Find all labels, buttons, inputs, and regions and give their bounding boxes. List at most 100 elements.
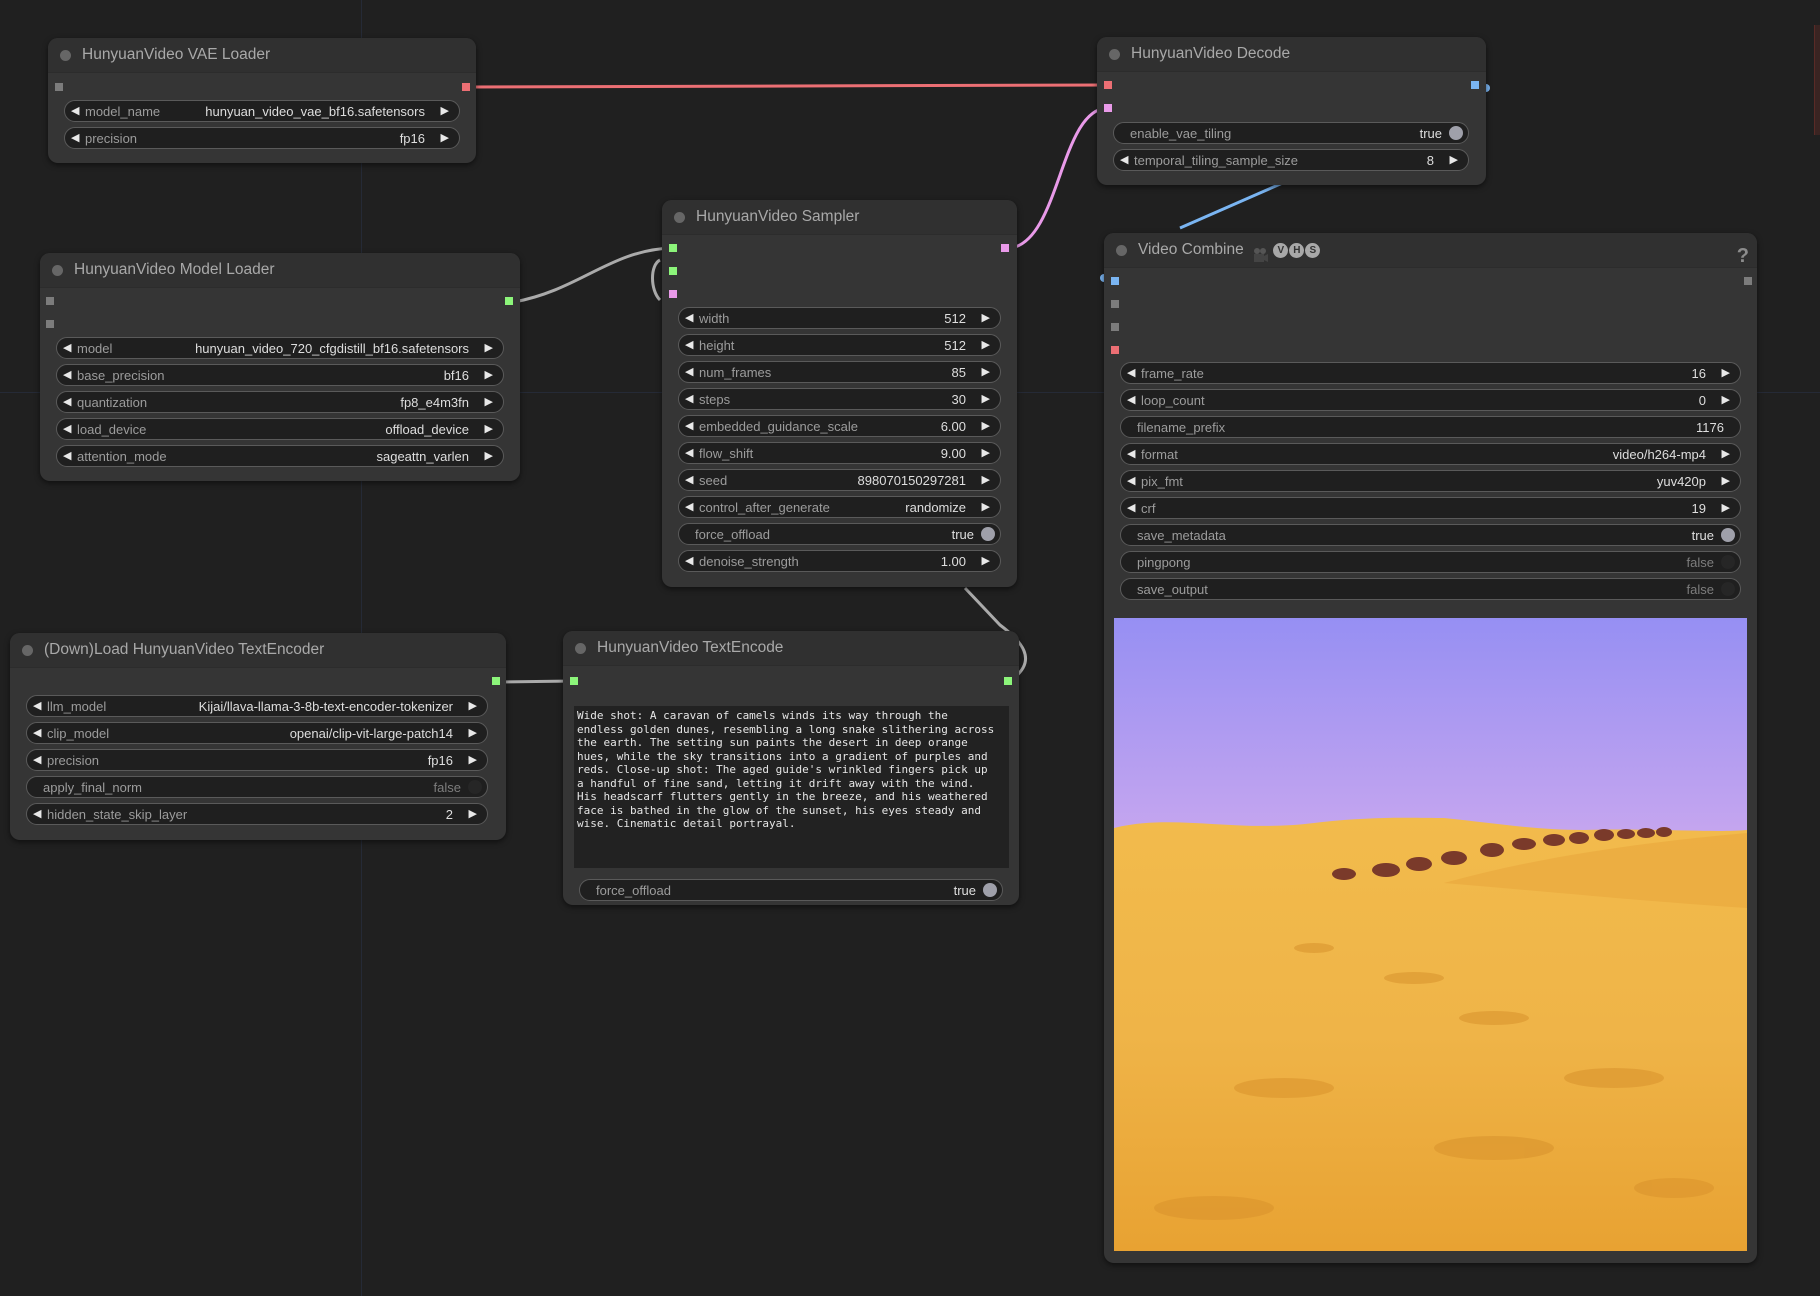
input-slot-compile-args[interactable] bbox=[46, 297, 54, 305]
increment-arrow-icon[interactable]: ▶ bbox=[1722, 447, 1730, 460]
widget-base-precision[interactable]: ◀ base_precision bf16 ▶ bbox=[56, 364, 504, 386]
increment-arrow-icon[interactable]: ▶ bbox=[982, 554, 990, 567]
increment-arrow-icon[interactable]: ▶ bbox=[982, 473, 990, 486]
increment-arrow-icon[interactable]: ▶ bbox=[982, 392, 990, 405]
decrement-arrow-icon[interactable]: ◀ bbox=[685, 392, 693, 405]
widget-pingpong[interactable]: pingpong false bbox=[1120, 551, 1741, 573]
node-textencode[interactable]: HunyuanVideo TextEncode Wide shot: A car… bbox=[563, 631, 1019, 905]
input-slot-text-encoders[interactable] bbox=[570, 677, 578, 685]
collapse-dot-icon[interactable] bbox=[22, 645, 33, 656]
decrement-arrow-icon[interactable]: ◀ bbox=[685, 446, 693, 459]
input-slot-images[interactable] bbox=[1111, 277, 1119, 285]
increment-arrow-icon[interactable]: ▶ bbox=[1722, 501, 1730, 514]
increment-arrow-icon[interactable]: ▶ bbox=[441, 131, 449, 144]
increment-arrow-icon[interactable]: ▶ bbox=[982, 500, 990, 513]
widget-load-device[interactable]: ◀ load_device offload_device ▶ bbox=[56, 418, 504, 440]
increment-arrow-icon[interactable]: ▶ bbox=[469, 726, 477, 739]
help-icon[interactable]: ? bbox=[1737, 239, 1749, 273]
collapse-dot-icon[interactable] bbox=[52, 265, 63, 276]
decrement-arrow-icon[interactable]: ◀ bbox=[685, 338, 693, 351]
decrement-arrow-icon[interactable]: ◀ bbox=[33, 807, 41, 820]
node-title[interactable]: Video Combine VHS ? bbox=[1104, 233, 1757, 268]
input-slot-vae[interactable] bbox=[1111, 346, 1119, 354]
increment-arrow-icon[interactable]: ▶ bbox=[469, 753, 477, 766]
increment-arrow-icon[interactable]: ▶ bbox=[485, 395, 493, 408]
video-preview[interactable] bbox=[1114, 618, 1747, 1251]
input-slot-vae[interactable] bbox=[1104, 81, 1112, 89]
output-slot-vae[interactable] bbox=[462, 83, 470, 91]
toggle-knob[interactable] bbox=[1721, 528, 1735, 542]
toggle-knob[interactable] bbox=[468, 780, 482, 794]
decrement-arrow-icon[interactable]: ◀ bbox=[63, 395, 71, 408]
decrement-arrow-icon[interactable]: ◀ bbox=[71, 104, 79, 117]
increment-arrow-icon[interactable]: ▶ bbox=[982, 365, 990, 378]
widget-precision[interactable]: ◀ precision fp16 ▶ bbox=[26, 749, 488, 771]
decrement-arrow-icon[interactable]: ◀ bbox=[685, 365, 693, 378]
decrement-arrow-icon[interactable]: ◀ bbox=[63, 449, 71, 462]
decrement-arrow-icon[interactable]: ◀ bbox=[63, 422, 71, 435]
widget-model[interactable]: ◀ model hunyuan_video_720_cfgdistill_bf1… bbox=[56, 337, 504, 359]
output-slot-filenames[interactable] bbox=[1744, 277, 1752, 285]
input-slot-audio[interactable] bbox=[1111, 300, 1119, 308]
decrement-arrow-icon[interactable]: ◀ bbox=[33, 753, 41, 766]
output-slot-samples[interactable] bbox=[1001, 244, 1009, 252]
output-slot-images[interactable] bbox=[1471, 81, 1479, 89]
widget-seed[interactable]: ◀ seed 898070150297281 ▶ bbox=[678, 469, 1001, 491]
node-decode[interactable]: HunyuanVideo Decode enable_vae_tiling tr… bbox=[1097, 37, 1486, 185]
widget-temporal-tiling-sample-size[interactable]: ◀ temporal_tiling_sample_size 8 ▶ bbox=[1113, 149, 1469, 171]
increment-arrow-icon[interactable]: ▶ bbox=[485, 449, 493, 462]
decrement-arrow-icon[interactable]: ◀ bbox=[1120, 153, 1128, 166]
decrement-arrow-icon[interactable]: ◀ bbox=[685, 419, 693, 432]
widget-clip-model[interactable]: ◀ clip_model openai/clip-vit-large-patch… bbox=[26, 722, 488, 744]
widget-enable-vae-tiling[interactable]: enable_vae_tiling true bbox=[1113, 122, 1469, 144]
node-video-combine[interactable]: Video Combine VHS ? ◀ frame_rate 16 ▶ ◀ … bbox=[1104, 233, 1757, 1263]
widget-crf[interactable]: ◀ crf 19 ▶ bbox=[1120, 497, 1741, 519]
decrement-arrow-icon[interactable]: ◀ bbox=[1127, 447, 1135, 460]
decrement-arrow-icon[interactable]: ◀ bbox=[1127, 474, 1135, 487]
toggle-knob[interactable] bbox=[1721, 582, 1735, 596]
collapse-dot-icon[interactable] bbox=[575, 643, 586, 654]
node-sampler[interactable]: HunyuanVideo Sampler ◀ width 512 ▶ ◀ hei… bbox=[662, 200, 1017, 587]
increment-arrow-icon[interactable]: ▶ bbox=[485, 341, 493, 354]
increment-arrow-icon[interactable]: ▶ bbox=[1722, 366, 1730, 379]
node-textencoder-loader[interactable]: (Down)Load HunyuanVideo TextEncoder ◀ ll… bbox=[10, 633, 506, 840]
node-model-loader[interactable]: HunyuanVideo Model Loader ◀ model hunyua… bbox=[40, 253, 520, 481]
input-slot-block-swap-args[interactable] bbox=[46, 320, 54, 328]
collapse-dot-icon[interactable] bbox=[674, 212, 685, 223]
increment-arrow-icon[interactable]: ▶ bbox=[485, 422, 493, 435]
toggle-knob[interactable] bbox=[1721, 555, 1735, 569]
increment-arrow-icon[interactable]: ▶ bbox=[441, 104, 449, 117]
widget-precision[interactable]: ◀ precision fp16 ▶ bbox=[64, 127, 460, 149]
widget-control-after-generate[interactable]: ◀ control_after_generate randomize ▶ bbox=[678, 496, 1001, 518]
node-title[interactable]: HunyuanVideo VAE Loader bbox=[48, 38, 476, 73]
increment-arrow-icon[interactable]: ▶ bbox=[1722, 393, 1730, 406]
decrement-arrow-icon[interactable]: ◀ bbox=[1127, 366, 1135, 379]
node-title[interactable]: HunyuanVideo Model Loader bbox=[40, 253, 520, 288]
widget-height[interactable]: ◀ height 512 ▶ bbox=[678, 334, 1001, 356]
node-title[interactable]: HunyuanVideo Decode bbox=[1097, 37, 1486, 72]
widget-embedded-guidance-scale[interactable]: ◀ embedded_guidance_scale 6.00 ▶ bbox=[678, 415, 1001, 437]
widget-save-output[interactable]: save_output false bbox=[1120, 578, 1741, 600]
widget-format[interactable]: ◀ format video/h264-mp4 ▶ bbox=[1120, 443, 1741, 465]
collapse-dot-icon[interactable] bbox=[1116, 245, 1127, 256]
decrement-arrow-icon[interactable]: ◀ bbox=[63, 368, 71, 381]
toggle-knob[interactable] bbox=[981, 527, 995, 541]
node-title[interactable]: (Down)Load HunyuanVideo TextEncoder bbox=[10, 633, 506, 668]
output-slot-hyvid-text-encoder[interactable] bbox=[492, 677, 500, 685]
widget-force-offload[interactable]: force_offload true bbox=[579, 879, 1003, 901]
widget-attention-mode[interactable]: ◀ attention_mode sageattn_varlen ▶ bbox=[56, 445, 504, 467]
output-slot-hyvid-embeds[interactable] bbox=[1004, 677, 1012, 685]
decrement-arrow-icon[interactable]: ◀ bbox=[33, 699, 41, 712]
widget-pix-fmt[interactable]: ◀ pix_fmt yuv420p ▶ bbox=[1120, 470, 1741, 492]
increment-arrow-icon[interactable]: ▶ bbox=[469, 807, 477, 820]
widget-denoise-strength[interactable]: ◀ denoise_strength 1.00 ▶ bbox=[678, 550, 1001, 572]
widget-force-offload[interactable]: force_offload true bbox=[678, 523, 1001, 545]
widget-width[interactable]: ◀ width 512 ▶ bbox=[678, 307, 1001, 329]
widget-llm-model[interactable]: ◀ llm_model Kijai/llava-llama-3-8b-text-… bbox=[26, 695, 488, 717]
node-title[interactable]: HunyuanVideo TextEncode bbox=[563, 631, 1019, 666]
toggle-knob[interactable] bbox=[983, 883, 997, 897]
decrement-arrow-icon[interactable]: ◀ bbox=[685, 554, 693, 567]
decrement-arrow-icon[interactable]: ◀ bbox=[71, 131, 79, 144]
input-slot-meta-batch[interactable] bbox=[1111, 323, 1119, 331]
node-title[interactable]: HunyuanVideo Sampler bbox=[662, 200, 1017, 235]
